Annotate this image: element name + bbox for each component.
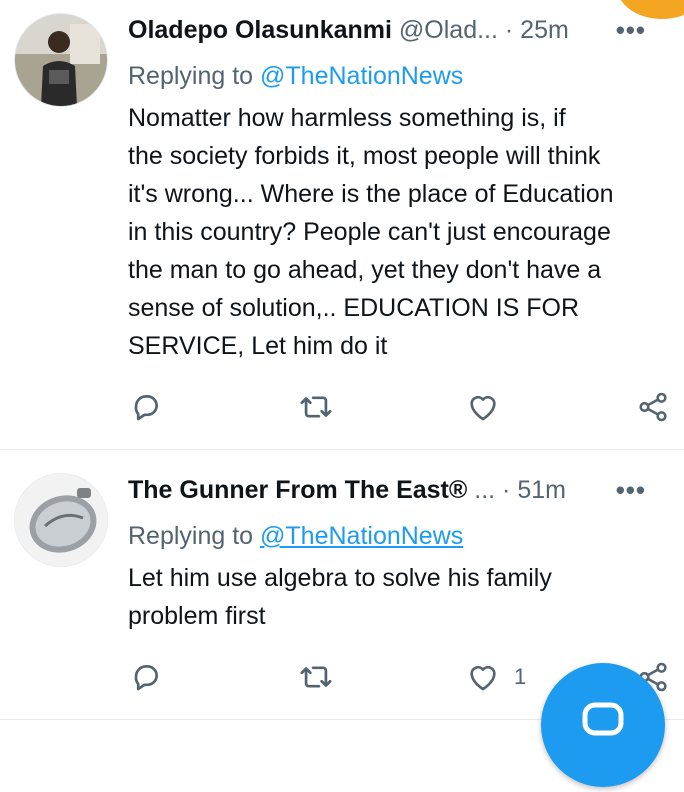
tweet-text: Let him use algebra to solve his family … xyxy=(128,564,552,630)
reply-button[interactable] xyxy=(129,657,163,697)
compose-fab[interactable] xyxy=(541,663,665,787)
share-icon xyxy=(639,392,667,422)
like-button[interactable] xyxy=(466,387,514,427)
more-options-icon[interactable]: ••• xyxy=(616,473,646,507)
share-button[interactable] xyxy=(636,387,670,427)
replying-to-label: Replying to xyxy=(128,62,254,90)
retweet-icon xyxy=(300,396,332,418)
retweet-icon xyxy=(300,666,332,688)
reply-mention-link[interactable]: @TheNationNews xyxy=(260,62,463,90)
separator-dot: · xyxy=(502,476,511,504)
retweet-button[interactable] xyxy=(298,387,334,427)
tweet-actions xyxy=(0,387,684,427)
tweet-header: The Gunner From The East® ... · 51m ••• xyxy=(128,473,664,507)
reply-icon xyxy=(134,395,158,421)
user-handle[interactable]: @Olad... xyxy=(399,16,498,44)
retweet-button[interactable] xyxy=(298,657,334,697)
heart-icon xyxy=(470,395,496,421)
avatar[interactable] xyxy=(14,473,108,567)
compose-icon xyxy=(582,702,624,736)
heart-icon xyxy=(470,665,496,691)
display-name[interactable]: Oladepo Olasunkanmi xyxy=(128,16,392,44)
reply-button[interactable] xyxy=(129,387,163,427)
user-handle[interactable]: ... xyxy=(474,476,495,504)
tweet-header: Oladepo Olasunkanmi @Olad... · 25m ••• xyxy=(128,13,664,47)
replying-to: Replying to @TheNationNews xyxy=(128,519,463,553)
separator-dot: · xyxy=(504,16,514,44)
timestamp[interactable]: 51m xyxy=(517,476,566,504)
timestamp[interactable]: 25m xyxy=(520,16,569,44)
replying-to-label: Replying to xyxy=(128,522,254,550)
reply-icon xyxy=(134,665,158,691)
like-button[interactable]: 1 xyxy=(466,657,526,697)
reply-mention-link[interactable]: @TheNationNews xyxy=(260,522,463,550)
avatar[interactable] xyxy=(14,13,108,107)
display-name[interactable]: The Gunner From The East® xyxy=(128,476,467,504)
tweet-1[interactable]: Oladepo Olasunkanmi @Olad... · 25m ••• R… xyxy=(0,0,684,449)
tweet-text: Nomatter how harmless something is, if t… xyxy=(128,104,614,360)
replying-to: Replying to @TheNationNews xyxy=(128,59,463,93)
like-count: 1 xyxy=(514,664,527,689)
more-options-icon[interactable]: ••• xyxy=(616,13,646,47)
